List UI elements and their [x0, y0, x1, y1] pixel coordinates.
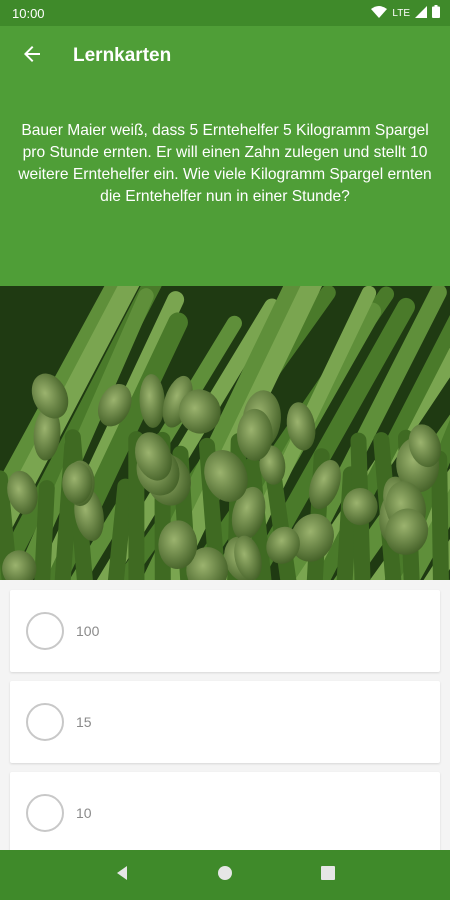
- network-type: LTE: [392, 7, 410, 19]
- radio-button[interactable]: [26, 703, 64, 741]
- recents-square-icon: [321, 865, 336, 885]
- question-panel: Bauer Maier weiß, dass 5 Erntehelfer 5 K…: [0, 86, 450, 286]
- status-bar: 10:00 LTE: [0, 0, 450, 26]
- answer-option[interactable]: 100: [10, 590, 440, 672]
- asparagus-stalk: [431, 450, 449, 580]
- nav-back-button[interactable]: [102, 855, 142, 895]
- answer-label: 100: [76, 623, 100, 639]
- back-button[interactable]: [12, 36, 52, 76]
- back-triangle-icon: [114, 865, 130, 886]
- radio-button[interactable]: [26, 794, 64, 832]
- radio-button[interactable]: [26, 612, 64, 650]
- signal-icon: [415, 5, 427, 21]
- asparagus-photo: [0, 286, 450, 580]
- asparagus-stalk: [34, 480, 55, 580]
- battery-icon: [432, 5, 440, 21]
- status-time: 10:00: [12, 5, 45, 21]
- wifi-icon: [371, 5, 388, 21]
- nav-recents-button[interactable]: [308, 855, 348, 895]
- asparagus-stalk: [107, 478, 134, 580]
- answer-label: 10: [76, 805, 92, 821]
- arrow-back-icon: [20, 42, 44, 71]
- question-text: Bauer Maier weiß, dass 5 Erntehelfer 5 K…: [18, 122, 432, 205]
- status-icons: LTE: [371, 5, 440, 21]
- asparagus-stalk: [336, 466, 359, 580]
- system-nav-bar: [0, 850, 450, 900]
- answer-label: 15: [76, 714, 92, 730]
- answer-option[interactable]: 10: [10, 772, 440, 850]
- page-title: Lernkarten: [73, 45, 172, 66]
- answer-list: 100 15 10: [0, 580, 450, 850]
- home-circle-icon: [217, 865, 233, 886]
- answer-option[interactable]: 15: [10, 681, 440, 763]
- nav-home-button[interactable]: [205, 855, 245, 895]
- app-bar: Lernkarten: [0, 26, 450, 86]
